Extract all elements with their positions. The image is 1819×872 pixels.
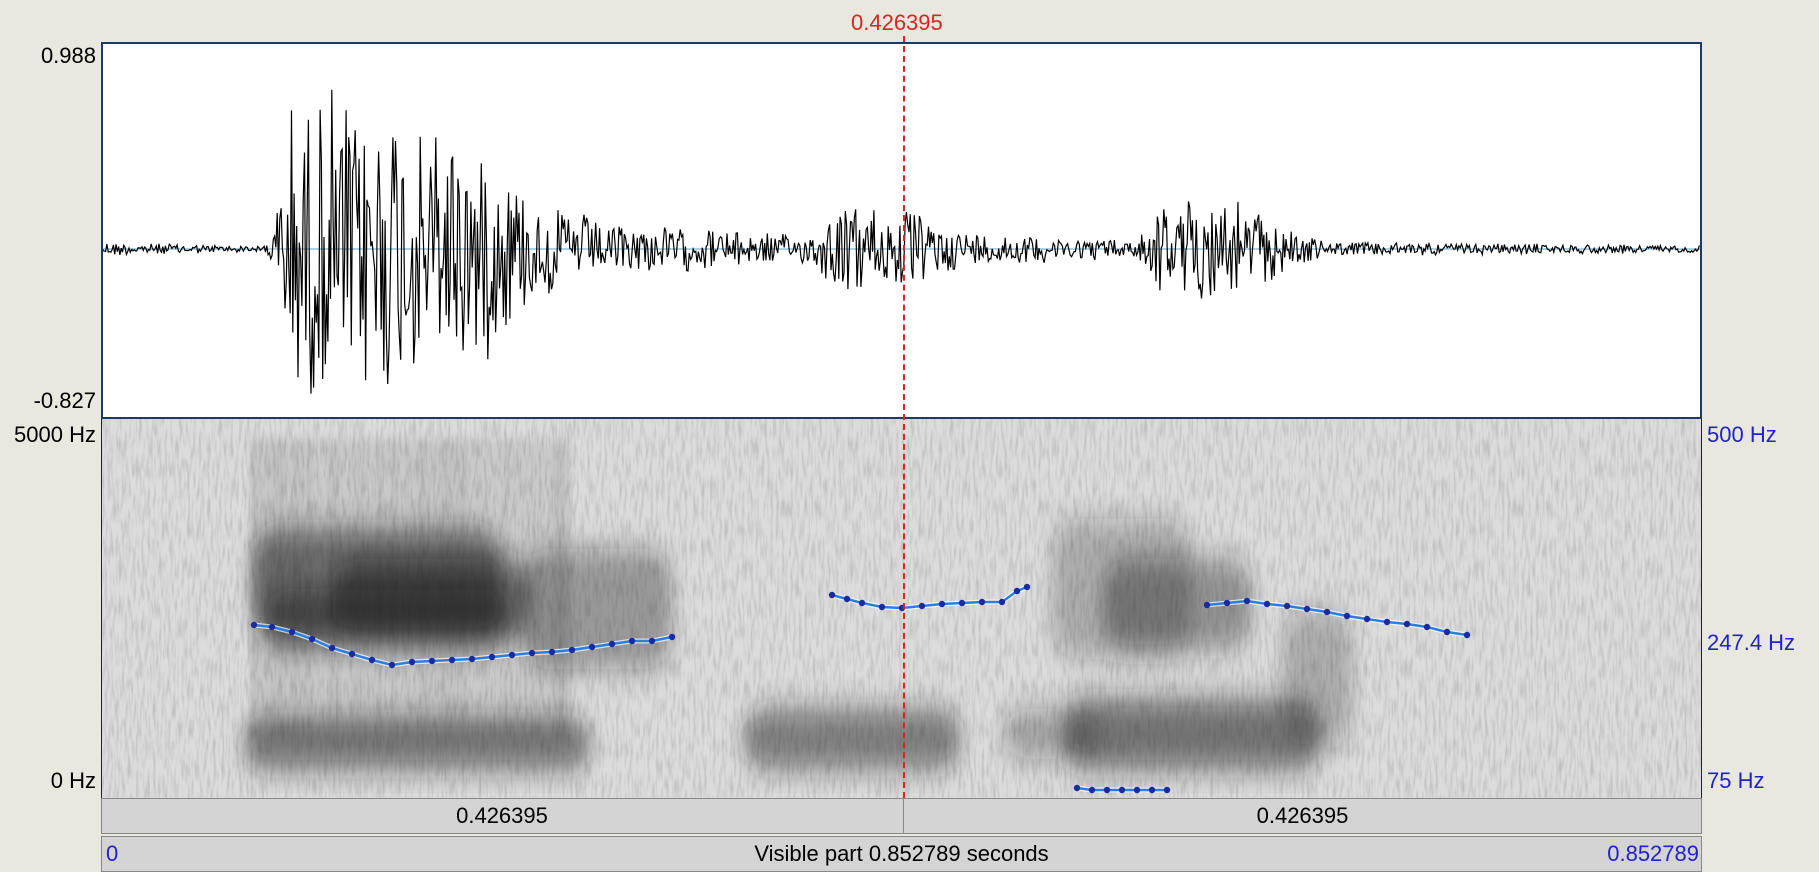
pitch-contour (250, 583, 1471, 794)
pitch-mid-label: 247.4 Hz (1707, 630, 1796, 655)
waveform-plot (103, 89, 1700, 394)
spectrogram-top-frequency-label: 5000 Hz (14, 422, 96, 447)
time-cursor-line[interactable] (903, 36, 905, 798)
cursor-time-label: 0.426395 (851, 10, 943, 35)
sound-editor-window: 0.426395 0.988 -0.827 5000 Hz 0 Hz 500 H… (0, 0, 1819, 872)
left-segment-duration[interactable]: 0.426395 (102, 799, 902, 833)
visible-part-time-bar[interactable]: 0 Visible part 0.852789 seconds 0.852789 (101, 836, 1702, 872)
spectrogram-bottom-frequency-label: 0 Hz (50, 768, 96, 793)
visible-part-label[interactable]: Visible part 0.852789 seconds (102, 837, 1701, 871)
pitch-bottom-label: 75 Hz (1707, 768, 1765, 793)
pitch-top-label: 500 Hz (1707, 422, 1777, 447)
waveform-max-label: 0.988 (40, 43, 96, 68)
waveform-min-label: -0.827 (33, 388, 96, 413)
spectrogram-panel[interactable] (101, 419, 1702, 798)
right-segment-duration[interactable]: 0.426395 (904, 799, 1701, 833)
visible-end-time: 0.852789 (1607, 841, 1699, 866)
waveform-panel[interactable] (101, 42, 1702, 419)
selection-time-bar[interactable]: 0.426395 0.426395 (101, 798, 1702, 834)
